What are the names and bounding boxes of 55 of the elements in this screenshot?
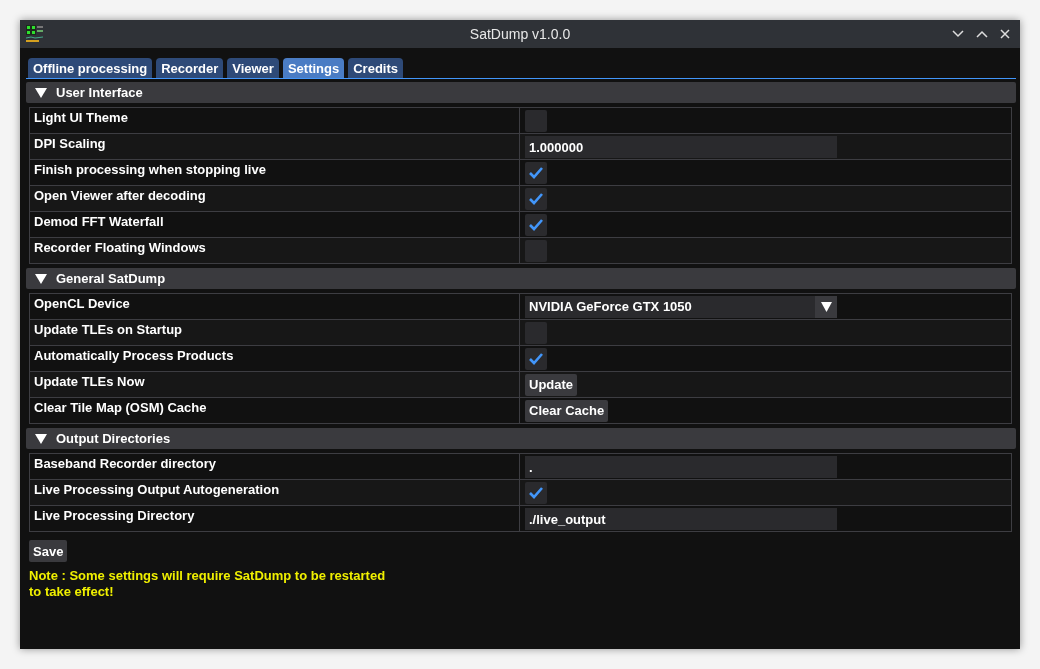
triangle-icon [35, 433, 47, 444]
setting-label: Light UI Theme [34, 110, 128, 125]
setting-label: OpenCL Device [34, 296, 130, 311]
maximize-icon[interactable] [976, 30, 988, 38]
setting-label: Automatically Process Products [34, 348, 234, 363]
setting-label: Finish processing when stopping live [34, 162, 266, 177]
setting-label: Clear Tile Map (OSM) Cache [34, 400, 207, 415]
setting-label: Live Processing Output Autogeneration [34, 482, 280, 497]
setting-label: Demod FFT Waterfall [34, 214, 164, 229]
setting-label: Update TLEs on Startup [34, 322, 183, 337]
section-title: General SatDump [56, 271, 166, 286]
input-field[interactable]: 1.000000 [525, 135, 837, 158]
dropdown[interactable]: NVIDIA GeForce GTX 1050 [525, 295, 837, 318]
triangle-icon [35, 87, 47, 98]
section-header[interactable]: General SatDump [26, 268, 1016, 289]
section-title: Output Directories [56, 431, 171, 446]
action-button[interactable]: Update [525, 373, 578, 396]
section-header[interactable]: Output Directories [26, 428, 1016, 449]
checkmark-icon [528, 351, 544, 366]
action-button[interactable]: Clear Cache [525, 399, 609, 422]
setting-label: Recorder Floating Windows [34, 240, 206, 255]
input-field[interactable]: . [525, 455, 837, 478]
checkmark-icon [528, 217, 544, 232]
save-button[interactable]: Save [29, 540, 68, 562]
section-header[interactable]: User Interface [26, 82, 1016, 103]
checkbox[interactable] [525, 161, 547, 184]
window-title: SatDump v1.0.0 [469, 26, 571, 42]
app-logo-icon [26, 25, 44, 43]
checkbox[interactable] [525, 239, 547, 262]
triangle-icon [35, 273, 47, 284]
checkbox[interactable] [525, 213, 547, 236]
tab[interactable]: Offline processing [28, 58, 153, 78]
setting-label: Open Viewer after decoding [34, 188, 206, 203]
tab[interactable]: Viewer [227, 58, 279, 78]
checkbox[interactable] [525, 347, 547, 370]
setting-label: DPI Scaling [34, 136, 106, 151]
tab[interactable]: Recorder [156, 58, 224, 78]
input-field[interactable]: ./live_output [525, 507, 837, 530]
checkmark-icon [528, 165, 544, 180]
setting-label: Update TLEs Now [34, 374, 145, 389]
note-text: Note : Some settings will require SatDump to be restarted to take effect! [29, 568, 387, 600]
dropdown-arrow-icon [820, 301, 832, 312]
tab[interactable]: Credits [348, 58, 403, 78]
checkbox[interactable] [525, 187, 547, 210]
checkbox[interactable] [525, 109, 547, 132]
tab[interactable]: Settings [282, 58, 345, 78]
close-icon[interactable] [1000, 29, 1010, 39]
checkbox[interactable] [525, 321, 547, 344]
setting-label: Baseband Recorder directory [34, 456, 217, 471]
minimize-icon[interactable] [952, 30, 964, 38]
checkmark-icon [528, 191, 544, 206]
checkmark-icon [528, 485, 544, 500]
checkbox[interactable] [525, 481, 547, 504]
setting-label: Live Processing Directory [34, 508, 195, 523]
section-title: User Interface [56, 85, 143, 100]
